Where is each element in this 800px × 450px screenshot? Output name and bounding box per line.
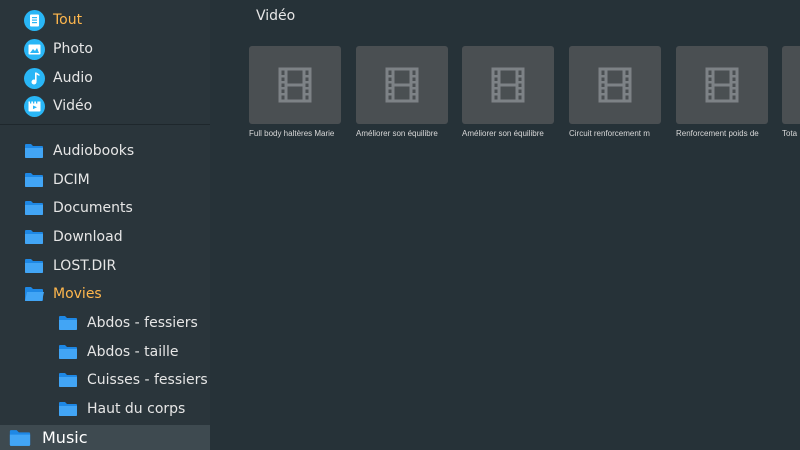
video-tile[interactable]: Circuit renforcement m [569,46,661,138]
folder-label: DCIM [53,172,90,188]
sidebar-divider [0,124,210,125]
folder-icon [59,373,77,387]
video-thumbnail [356,46,448,124]
folder-label: Movies [53,286,102,302]
folder-abdos-fessiers[interactable]: Abdos - fessiers [58,310,198,336]
video-title: Circuit renforcement m [569,129,650,138]
category-tout[interactable]: Tout [24,7,82,33]
video-title: Améliorer son équilibre [462,129,544,138]
video-title: Renforcement poids de [676,129,759,138]
folder-open-icon [25,287,44,301]
category-label: Photo [53,41,93,57]
folder-music[interactable]: Music [8,425,88,450]
folder-label: Audiobooks [53,143,135,159]
video-thumbnail [249,46,341,124]
document-icon [24,9,45,31]
film-icon [278,67,312,103]
film-icon [598,67,632,103]
video-thumbnail [676,46,768,124]
folder-documents[interactable]: Documents [24,195,133,221]
video-tile[interactable]: Améliorer son équilibre [356,46,448,138]
film-icon [385,67,419,103]
video-thumbnail [569,46,661,124]
video-tile[interactable]: Full body haltères Marie [249,46,341,138]
folder-lost-dir[interactable]: LOST.DIR [24,253,116,279]
folder-download[interactable]: Download [24,224,123,250]
page-title: Vidéo [256,8,296,24]
folder-movies[interactable]: Movies [24,281,102,307]
category-label: Tout [53,12,83,28]
folder-icon [59,345,77,359]
folder-label: Music [42,428,88,447]
category-label: Audio [53,70,93,86]
folder-haut-du-corps[interactable]: Haut du corps [58,396,185,422]
category-audio[interactable]: Audio [24,65,93,91]
folder-cuisses-fessiers[interactable]: Cuisses - fessiers [58,367,208,393]
category-video[interactable]: Vidéo [24,93,92,119]
folder-abdos-taille[interactable]: Abdos - taille [58,339,179,365]
video-tile[interactable]: Tota [782,46,800,138]
folder-label: Haut du corps [87,401,186,417]
video-title: Améliorer son équilibre [356,129,438,138]
folder-icon [59,316,77,330]
video-tile[interactable]: Renforcement poids de [676,46,768,138]
folder-icon [9,429,31,446]
video-thumbnail [782,46,800,124]
film-icon [491,67,525,103]
folder-dcim[interactable]: DCIM [24,167,90,193]
folder-icon [25,173,43,187]
folder-audiobooks[interactable]: Audiobooks [24,138,134,164]
folder-icon [25,259,43,273]
folder-icon [25,230,43,244]
video-title: Tota [782,129,798,138]
video-icon [24,95,45,117]
video-thumbnail [462,46,554,124]
folder-label: Download [53,229,123,245]
folder-icon [25,201,43,215]
folder-label: LOST.DIR [53,258,117,274]
folder-label: Abdos - fessiers [87,315,198,331]
folder-icon [59,402,77,416]
film-icon [705,67,739,103]
music-note-icon [24,67,45,89]
folder-icon [25,144,43,158]
video-tile[interactable]: Améliorer son équilibre [462,46,554,138]
video-title: Full body haltères Marie [249,129,335,138]
folder-label: Abdos - taille [87,344,179,360]
category-label: Vidéo [53,98,93,114]
folder-label: Documents [53,200,133,216]
category-photo[interactable]: Photo [24,36,93,62]
folder-label: Cuisses - fessiers [87,372,208,388]
sidebar: Tout Photo Audio Vidéo Audiobooks DCIM D… [0,0,210,450]
photo-icon [24,38,45,60]
